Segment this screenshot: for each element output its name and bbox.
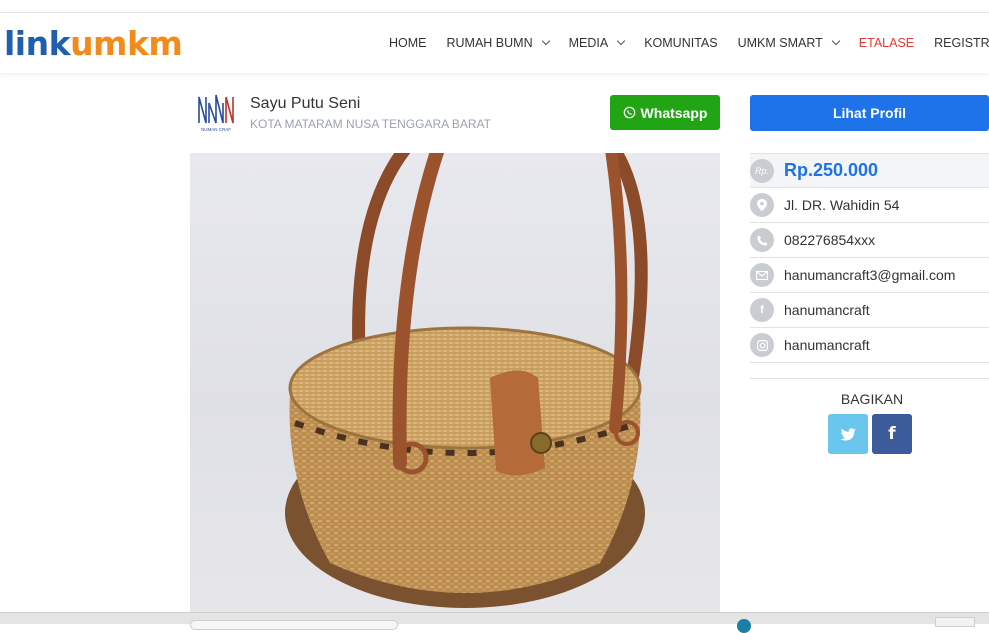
nav-komunitas[interactable]: KOMUNITAS (644, 36, 717, 50)
instagram-row: hanumancraft (750, 328, 989, 363)
product-image[interactable] (190, 153, 720, 613)
bottom-indicator (737, 619, 751, 633)
share-facebook-button[interactable]: f (872, 414, 912, 454)
envelope-icon (750, 263, 774, 287)
phone-row: 082276854xxx (750, 223, 989, 258)
email-text[interactable]: hanumancraft3@gmail.com (784, 267, 955, 283)
facebook-icon: f (750, 298, 774, 322)
main-nav: HOME RUMAH BUMN MEDIA KOMUNITAS UMKM SMA… (389, 36, 989, 50)
nav-media[interactable]: MEDIA (569, 36, 626, 50)
instagram-icon (750, 333, 774, 357)
facebook-handle[interactable]: hanumancraft (784, 302, 870, 318)
facebook-row: f hanumancraft (750, 293, 989, 328)
seller-logo[interactable]: NUMAN CRAF (196, 93, 236, 135)
share-divider (750, 378, 989, 379)
navbar: linkumkm HOME RUMAH BUMN MEDIA KOMUNITAS… (0, 13, 989, 73)
instagram-handle[interactable]: hanumancraft (784, 337, 870, 353)
whatsapp-icon (623, 106, 635, 119)
nav-home[interactable]: HOME (389, 36, 427, 50)
chevron-down-icon (541, 36, 550, 46)
bottom-input[interactable] (190, 620, 398, 630)
nav-registrasi[interactable]: REGISTRASI N (934, 36, 989, 50)
address-row: Jl. DR. Wahidin 54 (750, 188, 989, 223)
bottom-bar (0, 612, 989, 633)
nav-rumah-bumn[interactable]: RUMAH BUMN (447, 36, 550, 50)
rattan-bag-illustration (285, 153, 648, 608)
phone-icon (750, 228, 774, 252)
lihat-profil-button[interactable]: Lihat Profil (750, 95, 989, 131)
product-price: Rp.250.000 (784, 160, 879, 180)
seller-name[interactable]: Sayu Putu Seni (250, 95, 360, 113)
share-label: BAGIKAN (840, 391, 904, 407)
share-twitter-button[interactable] (828, 414, 868, 454)
chevron-down-icon (616, 36, 626, 46)
product-info-list: Rp. Rp.250.000 Jl. DR. Wahidin 54 082276… (750, 153, 989, 363)
facebook-icon: f (888, 424, 896, 444)
price-icon: Rp. (750, 158, 774, 183)
bottom-widget[interactable] (935, 617, 975, 627)
price-row: Rp. Rp.250.000 (750, 153, 989, 188)
email-row: hanumancraft3@gmail.com (750, 258, 989, 293)
whatsapp-button[interactable]: Whatsapp (610, 95, 720, 130)
seller-logo-caption: NUMAN CRAF (201, 127, 231, 132)
chevron-down-icon (831, 36, 841, 46)
nav-umkm-smart[interactable]: UMKM SMART (738, 36, 841, 50)
twitter-icon (840, 427, 856, 441)
linkumkm-logo[interactable]: linkumkm (4, 27, 183, 61)
nav-etalase[interactable]: ETALASE (859, 36, 914, 50)
address-text: Jl. DR. Wahidin 54 (784, 197, 900, 213)
seller-location: KOTA MATARAM NUSA TENGGARA BARAT (250, 117, 491, 131)
map-pin-icon (750, 193, 774, 217)
phone-text[interactable]: 082276854xxx (784, 232, 875, 248)
